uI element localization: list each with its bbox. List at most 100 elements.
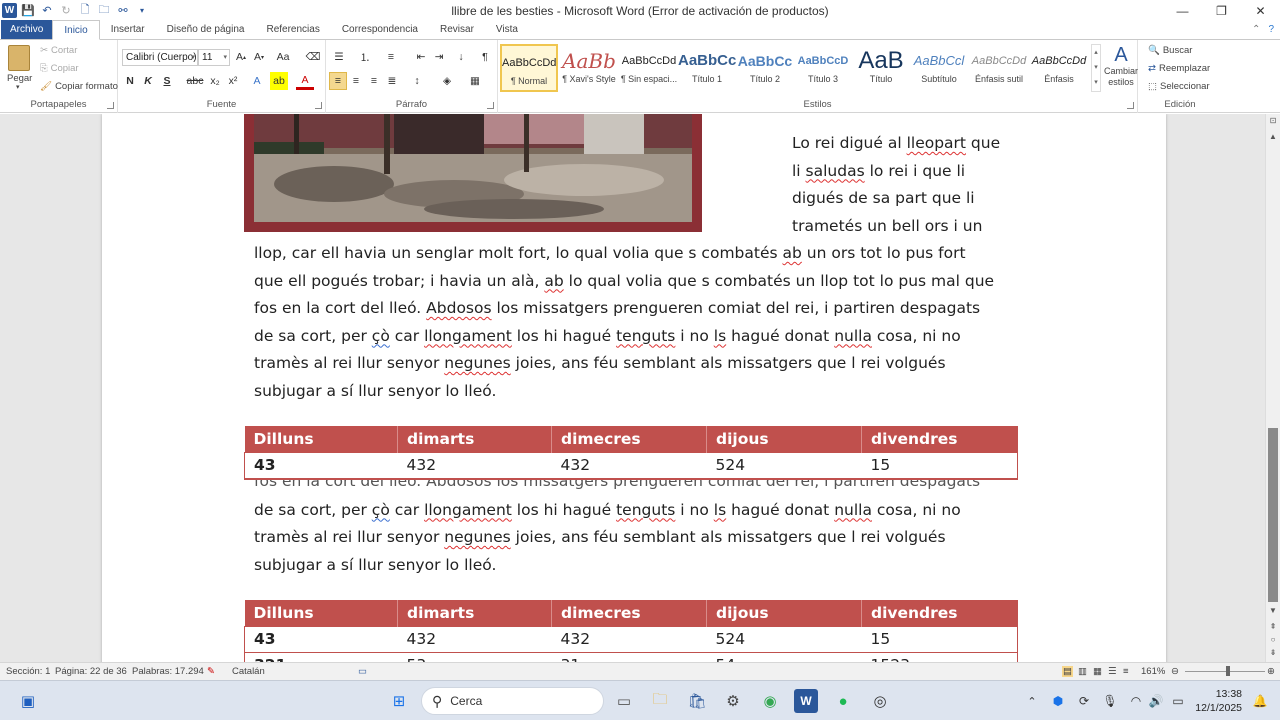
replace-button[interactable]: ⇄ Reemplazar (1148, 63, 1210, 74)
increase-indent-icon[interactable]: ⇥ (430, 48, 448, 66)
style-normal[interactable]: AaBbCcDd ¶ Normal (500, 44, 558, 92)
zoom-in-icon[interactable]: ⊕ (1267, 666, 1275, 677)
full-screen-reading-icon[interactable]: ▥ (1078, 666, 1087, 677)
text-line[interactable]: trametés un bell ors i un (792, 213, 982, 241)
find-button[interactable]: 🔍 Buscar (1148, 45, 1192, 56)
superscript-icon[interactable]: x² (224, 72, 242, 90)
text-line[interactable]: fos en la cort del lleó. Abdosos los mis… (254, 295, 980, 323)
table-cell[interactable]: 43 (244, 451, 398, 479)
font-size-combo[interactable]: 11 ▾ (198, 49, 230, 66)
text-line[interactable]: digués de sa part que li (792, 185, 975, 213)
sync-icon[interactable]: ⟳ (1072, 689, 1096, 713)
weekday-table[interactable]: Dilluns dimarts dimecres dijous divendre… (244, 600, 1018, 662)
style-titulo-1[interactable]: AaBbCc Título 1 (678, 44, 736, 92)
text-line[interactable]: Lo rei digué al lleopart que (792, 130, 1000, 158)
italic-icon[interactable]: K (139, 72, 157, 90)
scroll-up-icon[interactable]: ▲ (1268, 132, 1278, 142)
minimize-ribbon-icon[interactable]: ⌃ (1252, 24, 1260, 35)
style-enfasis[interactable]: AaBbCcDd Énfasis (1030, 44, 1088, 92)
bold-icon[interactable]: N (121, 72, 139, 90)
text-line[interactable]: subjugar a sí llur senyor lo lleó. (254, 378, 496, 406)
grow-font-icon[interactable]: A ▴ (232, 48, 250, 66)
language-indicator[interactable]: Catalán (232, 666, 265, 677)
justify-icon[interactable]: ≣ (383, 72, 401, 90)
scroll-thumb[interactable] (1268, 428, 1278, 602)
save-icon[interactable]: 💾 (20, 3, 36, 19)
undo-icon[interactable]: ↶ (39, 3, 55, 19)
bullets-icon[interactable]: ☰ (330, 48, 348, 66)
draft-icon[interactable]: ≡ (1123, 666, 1129, 677)
table-cell[interactable]: 432 (397, 625, 552, 653)
file-explorer-icon[interactable]: 🗀 (648, 689, 672, 713)
table-header[interactable]: Dilluns (244, 426, 398, 452)
share-icon[interactable]: ⚯ (115, 3, 131, 19)
text-line[interactable]: subjugar a sí llur senyor lo lleó. (254, 552, 496, 580)
browse-object-icon[interactable]: ○ (1268, 635, 1278, 645)
zoom-level[interactable]: 161% (1141, 666, 1165, 677)
print-layout-icon[interactable]: ▤ (1062, 666, 1073, 677)
scroll-down-icon[interactable]: ▼ (1268, 606, 1278, 616)
text-line[interactable]: que ell pogués trobar; i havia un alà, a… (254, 268, 994, 296)
zoom-slider[interactable] (1185, 671, 1265, 672)
multilevel-list-icon[interactable]: ≡ (382, 48, 400, 66)
new-document-icon[interactable]: 🗋 (77, 3, 93, 19)
store-icon[interactable]: 🛍 (685, 689, 709, 713)
battery-icon[interactable]: ▭ (1166, 689, 1190, 713)
align-center-icon[interactable]: ≡ (347, 72, 365, 90)
line-spacing-icon[interactable]: ↕ (408, 72, 426, 90)
close-button[interactable]: ✕ (1241, 0, 1280, 21)
paste-dropdown-icon[interactable]: ▾ (16, 83, 20, 91)
tab-correspondencia[interactable]: Correspondencia (331, 20, 429, 39)
format-painter-button[interactable]: 🖌 Copiar formato (40, 81, 118, 92)
section-indicator[interactable]: Sección: 1 (6, 666, 50, 677)
table-cell[interactable]: 321 (244, 651, 398, 662)
word-count[interactable]: Palabras: 17.294 (132, 666, 204, 677)
table-header[interactable]: dimarts (397, 426, 552, 452)
table-header[interactable]: Dilluns (244, 600, 398, 626)
document-image[interactable] (244, 114, 702, 232)
style-enfasis-sutil[interactable]: AaBbCcDd Énfasis sutil (970, 44, 1028, 92)
security-icon[interactable]: ⬢ (1046, 689, 1070, 713)
taskbar-search[interactable]: ⚲ Cerca (421, 687, 604, 715)
font-launcher-icon[interactable] (315, 102, 322, 109)
style-sin-espaciado[interactable]: AaBbCcDd ¶ Sin espaci... (620, 44, 678, 92)
redo-icon[interactable]: ↻ (58, 3, 74, 19)
text-line[interactable]: de sa cort, per çò car llongament los hi… (254, 497, 961, 525)
change-case-icon[interactable]: Aa (274, 48, 292, 66)
task-view-icon[interactable]: ▭ (612, 689, 636, 713)
table-cell[interactable]: 432 (397, 451, 552, 479)
notifications-icon[interactable]: 🔔 (1248, 689, 1272, 713)
outline-icon[interactable]: ☰ (1108, 666, 1117, 677)
style-titulo-2[interactable]: AaBbCc Título 2 (736, 44, 794, 92)
tab-diseno-pagina[interactable]: Diseño de página (156, 20, 256, 39)
align-left-icon[interactable]: ≡ (329, 72, 347, 90)
show-marks-icon[interactable]: ¶ (476, 48, 494, 66)
next-page-icon[interactable]: ⇟ (1268, 648, 1278, 658)
table-header[interactable]: dijous (706, 600, 862, 626)
change-styles-button[interactable]: A Cambiar estilos (1104, 44, 1138, 88)
numbering-icon[interactable]: ⒈ (356, 48, 374, 66)
weekday-table[interactable]: Dilluns dimarts dimecres dijous divendre… (244, 426, 1018, 479)
paste-icon[interactable] (8, 45, 30, 71)
font-color-icon[interactable]: A (296, 72, 314, 90)
paste-button[interactable]: Pegar (7, 73, 32, 84)
text-line[interactable]: tramès al rei llur senyor negunes joies,… (254, 350, 946, 378)
clipboard-launcher-icon[interactable] (107, 102, 114, 109)
text-line[interactable]: llop, car ell havia un senglar molt fort… (254, 240, 966, 268)
copy-button[interactable]: ⎘ Copiar (40, 63, 79, 74)
tab-insertar[interactable]: Insertar (100, 20, 156, 39)
decrease-indent-icon[interactable]: ⇤ (412, 48, 430, 66)
subscript-icon[interactable]: x₂ (206, 72, 224, 90)
table-header[interactable]: dimarts (397, 600, 552, 626)
table-cell[interactable]: 524 (706, 451, 862, 479)
table-cell[interactable]: 1523 (861, 651, 1018, 662)
start-icon[interactable]: ⊞ (387, 689, 411, 713)
table-header[interactable]: dijous (706, 426, 862, 452)
document-page[interactable]: Lo rei digué al lleopart que li saludas … (102, 114, 1166, 662)
table-header[interactable]: dimecres (551, 600, 707, 626)
zoom-slider-handle[interactable] (1226, 666, 1230, 676)
document-area[interactable]: Lo rei digué al lleopart que li saludas … (0, 114, 1265, 662)
text-line[interactable]: li saludas lo rei i que li (792, 158, 965, 186)
ruler-toggle-icon[interactable]: ⊡ (1268, 116, 1278, 126)
table-cell[interactable]: 53 (397, 651, 552, 662)
